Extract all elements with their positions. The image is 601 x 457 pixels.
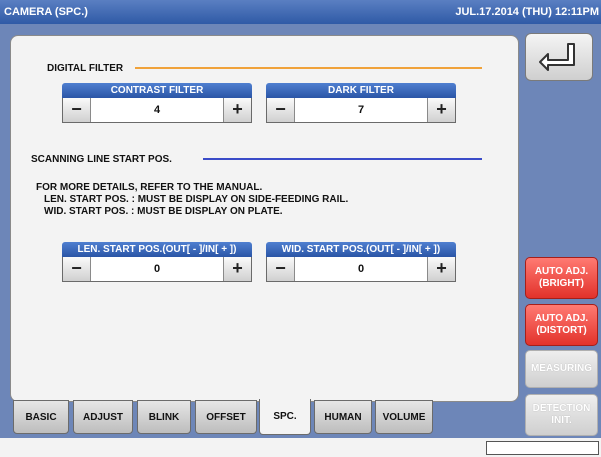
dark-plus-button[interactable]: + <box>427 98 455 122</box>
len-start-pos-label: LEN. START POS.(OUT[ - ]/IN[ + ]) <box>62 242 252 257</box>
screen-title: CAMERA (SPC.) <box>4 6 88 18</box>
digital-filter-title: DIGITAL FILTER <box>47 63 124 74</box>
tab-blink[interactable]: BLINK <box>137 400 191 434</box>
contrast-plus-button[interactable]: + <box>223 98 251 122</box>
len-start-pos-control: LEN. START POS.(OUT[ - ]/IN[ + ]) − 0 + <box>62 242 252 282</box>
wid-minus-button[interactable]: − <box>267 257 295 281</box>
scanning-line-divider <box>203 158 482 160</box>
dark-filter-label: DARK FILTER <box>266 83 456 98</box>
title-bar: CAMERA (SPC.) JUL.17.2014 (THU) 12:11PM <box>0 0 601 24</box>
auto-adj-bright-button[interactable]: AUTO ADJ. (BRIGHT) <box>525 257 598 299</box>
dark-filter-control: DARK FILTER − 7 + <box>266 83 456 123</box>
wid-start-pos-control: WID. START POS.(OUT[ - ]/IN[ + ]) − 0 + <box>266 242 456 282</box>
tab-basic[interactable]: BASIC <box>13 400 69 434</box>
datetime: JUL.17.2014 (THU) 12:11PM <box>455 6 599 18</box>
tab-volume[interactable]: VOLUME <box>375 400 433 434</box>
status-field <box>486 441 599 455</box>
note-line: WID. START POS. : MUST BE DISPLAY ON PLA… <box>44 206 283 217</box>
tab-adjust[interactable]: ADJUST <box>73 400 133 434</box>
tab-offset[interactable]: OFFSET <box>195 400 257 434</box>
wid-plus-button[interactable]: + <box>427 257 455 281</box>
dark-value: 7 <box>357 104 365 116</box>
contrast-filter-label: CONTRAST FILTER <box>62 83 252 98</box>
len-minus-button[interactable]: − <box>63 257 91 281</box>
digital-filter-divider <box>135 67 482 69</box>
contrast-filter-control: CONTRAST FILTER − 4 + <box>62 83 252 123</box>
len-value: 0 <box>153 263 161 275</box>
scanning-line-title: SCANNING LINE START POS. <box>31 154 172 165</box>
tab-spc[interactable]: SPC. <box>259 399 311 435</box>
dark-minus-button[interactable]: − <box>267 98 295 122</box>
tab-human[interactable]: HUMAN <box>314 400 372 434</box>
wid-start-pos-label: WID. START POS.(OUT[ - ]/IN[ + ]) <box>266 242 456 257</box>
note-line: FOR MORE DETAILS, REFER TO THE MANUAL. <box>36 182 263 193</box>
wid-value: 0 <box>357 263 365 275</box>
len-plus-button[interactable]: + <box>223 257 251 281</box>
scanning-notes: FOR MORE DETAILS, REFER TO THE MANUAL. L… <box>36 182 348 218</box>
return-arrow-icon <box>539 43 575 71</box>
contrast-minus-button[interactable]: − <box>63 98 91 122</box>
measuring-button[interactable]: MEASURING <box>525 350 598 388</box>
detection-init-button[interactable]: DETECTION INIT. <box>525 394 598 436</box>
note-line: LEN. START POS. : MUST BE DISPLAY ON SID… <box>44 194 349 205</box>
auto-adj-distort-button[interactable]: AUTO ADJ. (DISTORT) <box>525 304 598 346</box>
back-button[interactable] <box>525 33 593 81</box>
contrast-value: 4 <box>153 104 161 116</box>
